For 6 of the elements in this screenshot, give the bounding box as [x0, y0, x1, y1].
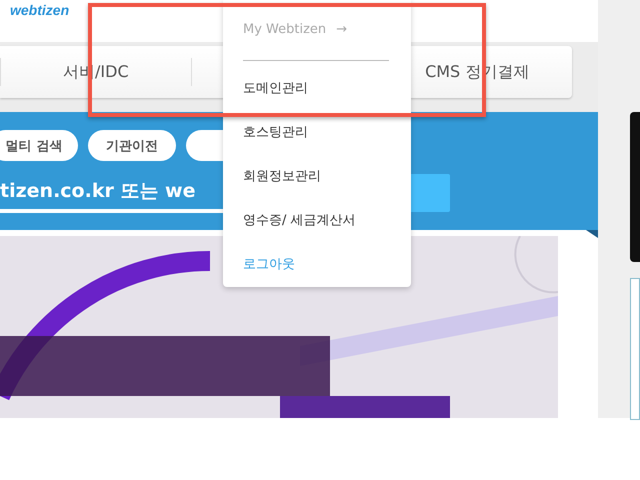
menu-item[interactable]: 도메인관리 — [243, 79, 391, 123]
quick-button[interactable]: 기관이전 — [88, 130, 176, 161]
quick-button[interactable]: 멀티 검색 — [0, 130, 78, 161]
menu-item[interactable]: 호스팅관리 — [243, 123, 391, 167]
menu-item[interactable]: 영수증/ 세금계산서 — [243, 211, 391, 255]
circle-outline-icon — [514, 236, 558, 294]
